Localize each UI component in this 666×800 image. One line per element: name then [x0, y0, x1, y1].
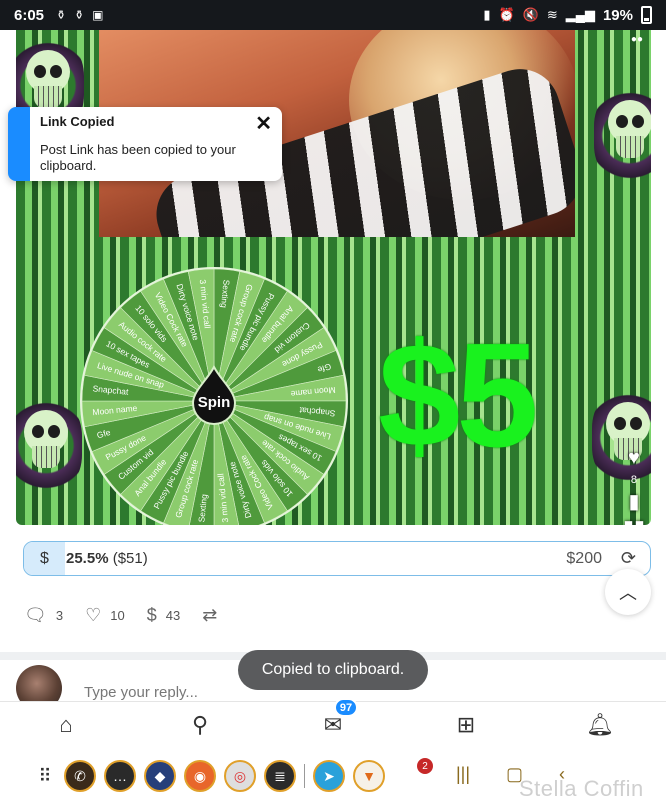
- notes-app-icon[interactable]: ≣: [264, 760, 296, 792]
- comments-stat[interactable]: 🗨 3: [24, 605, 63, 626]
- media-like-count: 8: [630, 474, 638, 486]
- store-app-icon[interactable]: ◆: [144, 760, 176, 792]
- toast-message: Post Link has been copied to your clipbo…: [40, 142, 236, 173]
- recents-icon[interactable]: |||: [456, 764, 470, 785]
- bookmark-icon[interactable]: ▮: [628, 492, 639, 512]
- comments-count: 3: [55, 608, 64, 623]
- comment-icon: 🗨: [24, 605, 47, 625]
- phone-app-icon[interactable]: ✆: [64, 760, 96, 792]
- home-icon[interactable]: ⌂: [49, 710, 83, 740]
- reply-input[interactable]: Type your reply...: [84, 684, 198, 701]
- dollar-icon: $: [40, 550, 49, 567]
- more-dots-icon[interactable]: ●●: [631, 34, 643, 45]
- status-right: ▮ ⏰ 🔇 ≋ ▂▄▆ 19%: [483, 6, 652, 24]
- scroll-top-button[interactable]: ︿: [605, 569, 651, 615]
- repost-icon: ⇄: [202, 605, 218, 625]
- spin-wheel-graphic: SextingGroup cock ratePussy pic bundleAn…: [80, 267, 348, 525]
- likes-stat[interactable]: ♡ 10: [85, 605, 125, 626]
- clipboard-snackbar: Copied to clipboard.: [238, 650, 428, 690]
- spin-wheel[interactable]: Sexting Group cock rate Pussy pic bundle An…: [78, 265, 350, 525]
- tip-goal-percent-value: 25.5%: [66, 550, 109, 567]
- heart-icon[interactable]: ♥: [628, 448, 640, 468]
- add-post-icon[interactable]: ⊞: [449, 710, 483, 740]
- carrot-app-icon[interactable]: ▼: [353, 760, 385, 792]
- telegram-app-icon[interactable]: ➤: [313, 760, 345, 792]
- heart-outline-icon: ♡: [85, 605, 102, 625]
- mute-icon: 🔇: [522, 7, 539, 22]
- link-copied-toast: Link Copied Post Link has been copied to…: [8, 107, 282, 181]
- alarm-icon: ⏰: [498, 7, 515, 22]
- tip-goal-target: $200: [566, 550, 602, 567]
- app-grid-icon[interactable]: ⠿: [34, 760, 56, 792]
- likes-count: 10: [110, 608, 125, 623]
- wifi-icon: ≋: [546, 7, 558, 22]
- tips-stat[interactable]: $ 43: [147, 605, 180, 626]
- refresh-icon[interactable]: ⟳: [621, 548, 636, 569]
- tip-goal-raised: ($51): [112, 550, 148, 567]
- toast-accent-bar: [8, 107, 30, 181]
- search-icon[interactable]: ⚲: [183, 710, 217, 740]
- status-notification-icons: ⚱ ⚱ ▣: [56, 8, 103, 22]
- tip-goal-percent: 25.5% ($51): [66, 550, 148, 567]
- repost-stat[interactable]: ⇄: [202, 605, 217, 626]
- tip-goal-bar[interactable]: $ 25.5% ($51) $200 ⟳: [23, 541, 651, 576]
- status-bar: 6:05 ⚱ ⚱ ▣ ▮ ⏰ 🔇 ≋ ▂▄▆ 19%: [0, 0, 666, 30]
- price-label: $5: [378, 313, 539, 478]
- firefox-app-icon[interactable]: ◉: [184, 760, 216, 792]
- android-dock: ⠿ ✆ … ◆ ◉ ◎ ≣ ➤ ▼ 2 ||| ▢ ‹ Stella Coffi…: [0, 749, 666, 800]
- battery-icon: [641, 6, 652, 24]
- skull-decoration-icon: [16, 398, 82, 493]
- messages-badge: 97: [334, 698, 358, 717]
- notification-icon: ⚱: [56, 8, 67, 22]
- app-notification-badge: 2: [417, 758, 433, 774]
- chrome-app-icon[interactable]: ◎: [224, 760, 256, 792]
- bell-icon[interactable]: 🔔︎: [583, 710, 617, 740]
- dollar-icon: $: [146, 605, 157, 625]
- bottom-nav: ⌂ ⚲ ✉ 97 ⊞ 🔔︎: [0, 698, 666, 749]
- sim-icon: ▮: [483, 7, 491, 22]
- toast-body: Link Copied Post Link has been copied to…: [30, 107, 282, 181]
- app-screen: 6:05 ⚱ ⚱ ▣ ▮ ⏰ 🔇 ≋ ▂▄▆ 19% ●● Sexting Gr…: [0, 0, 666, 800]
- watermark-text: Stella Coffin: [519, 776, 644, 800]
- dock-separator: [304, 764, 305, 788]
- post-stats: 🗨 3 ♡ 10 $ 43 ⇄: [24, 605, 217, 626]
- toast-title: Link Copied: [40, 114, 115, 129]
- spin-label: Spin: [198, 394, 231, 411]
- post-media[interactable]: ●● Sexting Group cock rate Pussy pic bundl…: [16, 30, 651, 525]
- close-icon[interactable]: ✕: [255, 111, 272, 136]
- image-icon: ▣: [92, 8, 104, 22]
- chevron-up-icon: ︿: [619, 583, 637, 603]
- messages-app-icon[interactable]: …: [104, 760, 136, 792]
- status-time: 6:05: [14, 6, 45, 24]
- stats-icon[interactable]: ▮▮: [623, 518, 645, 525]
- dock-apps: ⠿ ✆ … ◆ ◉ ◎ ≣ ➤ ▼: [34, 760, 385, 792]
- notification-icon: ⚱: [74, 8, 85, 22]
- skull-decoration-icon: [594, 88, 651, 183]
- battery-percent: 19%: [602, 6, 633, 24]
- media-side-actions: ♥ 8 ▮ ▮▮: [623, 448, 645, 525]
- tips-count: 43: [165, 608, 181, 623]
- signal-icon: ▂▄▆: [565, 7, 595, 22]
